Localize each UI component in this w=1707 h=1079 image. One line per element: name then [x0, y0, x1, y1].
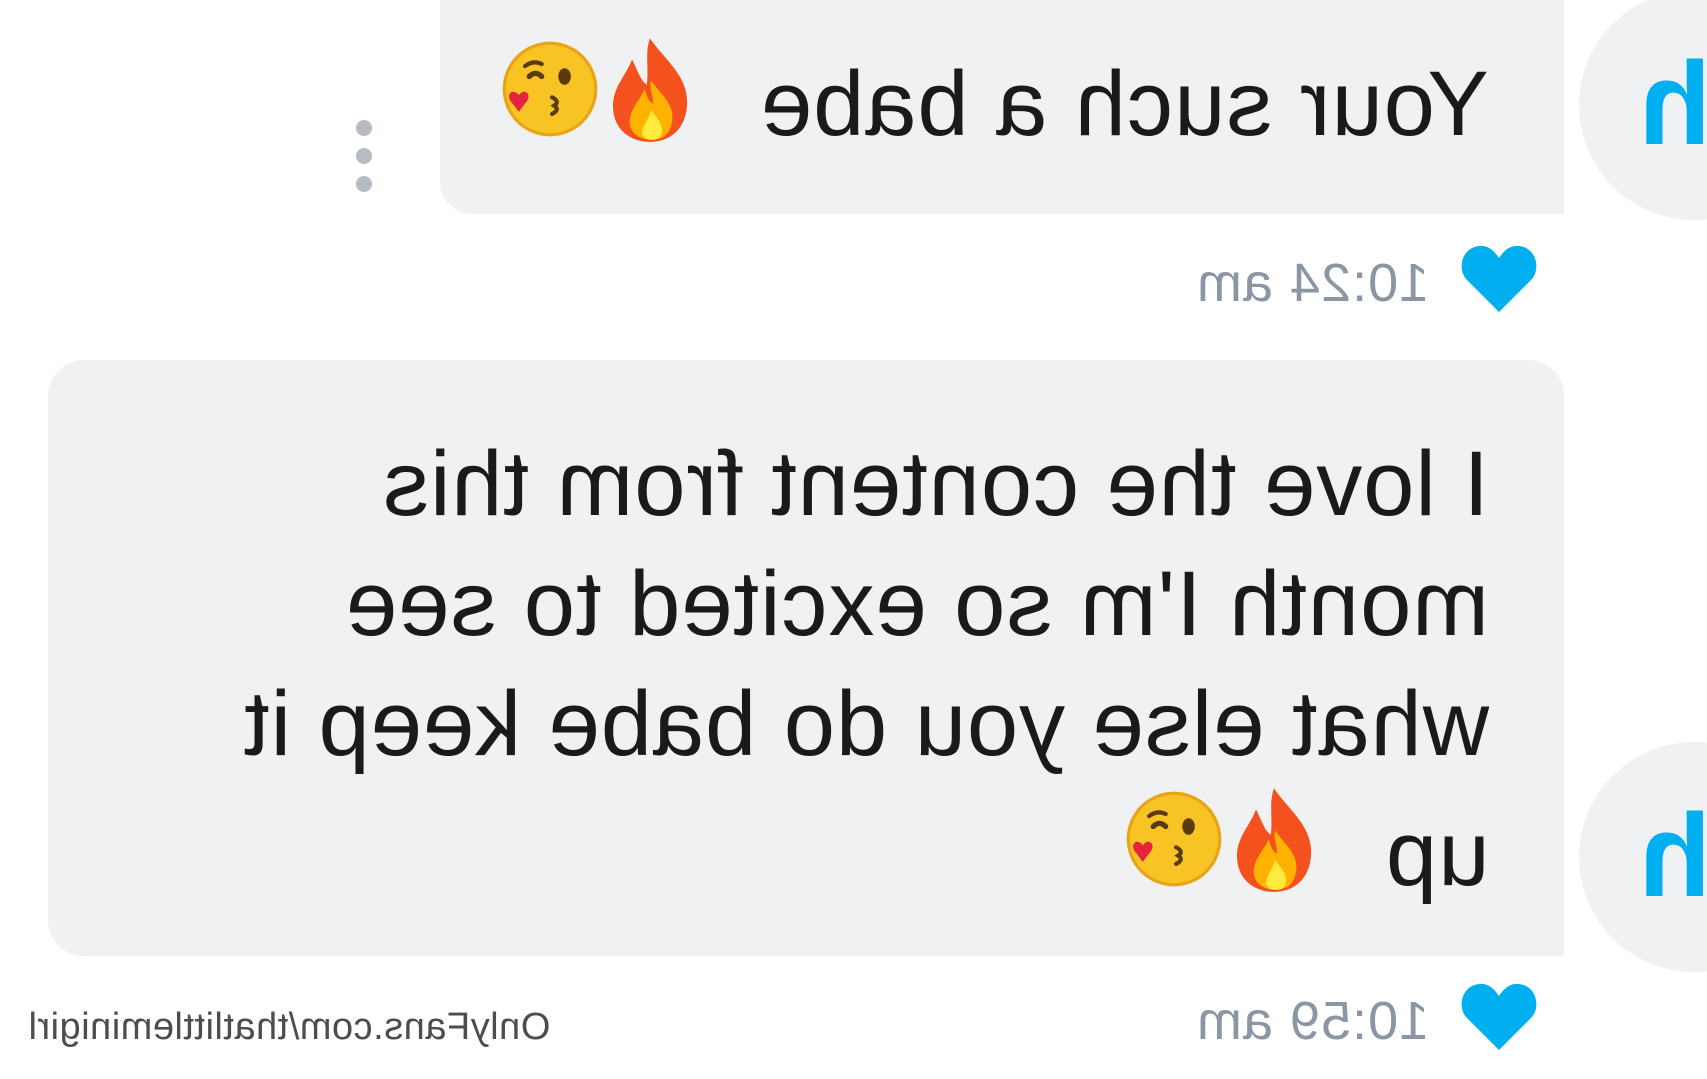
fire-emoji-icon	[602, 34, 698, 173]
message-line: I love the content from this	[382, 433, 1489, 535]
message-line: month I'm so excited to see	[345, 553, 1489, 655]
heart-icon[interactable]	[1459, 980, 1539, 1052]
message-text: I love the content from this month I'm s…	[243, 424, 1489, 923]
message-timestamp: 10:59 am	[1195, 991, 1429, 1051]
fire-emoji-icon	[1226, 784, 1322, 923]
message-line: up	[243, 784, 1489, 923]
avatar[interactable]: h	[1579, 0, 1707, 220]
avatar-initial: h	[1639, 38, 1707, 170]
message-text: Your such a babe	[498, 34, 1489, 173]
kiss-emoji-icon	[1122, 787, 1226, 920]
kiss-emoji-icon	[498, 37, 602, 170]
chat-view: h h Your such a babe 10:24 am I love the…	[0, 0, 1707, 1079]
message-line: what else you do babe keep it	[242, 673, 1489, 775]
watermark: OnlyFans.com/thatlittleminigirl	[28, 1006, 551, 1048]
more-options-icon[interactable]	[354, 118, 374, 194]
avatar[interactable]: h	[1579, 742, 1707, 972]
avatar-initial: h	[1639, 790, 1707, 922]
message-timestamp: 10:24 am	[1195, 253, 1429, 313]
heart-icon[interactable]	[1459, 242, 1539, 314]
